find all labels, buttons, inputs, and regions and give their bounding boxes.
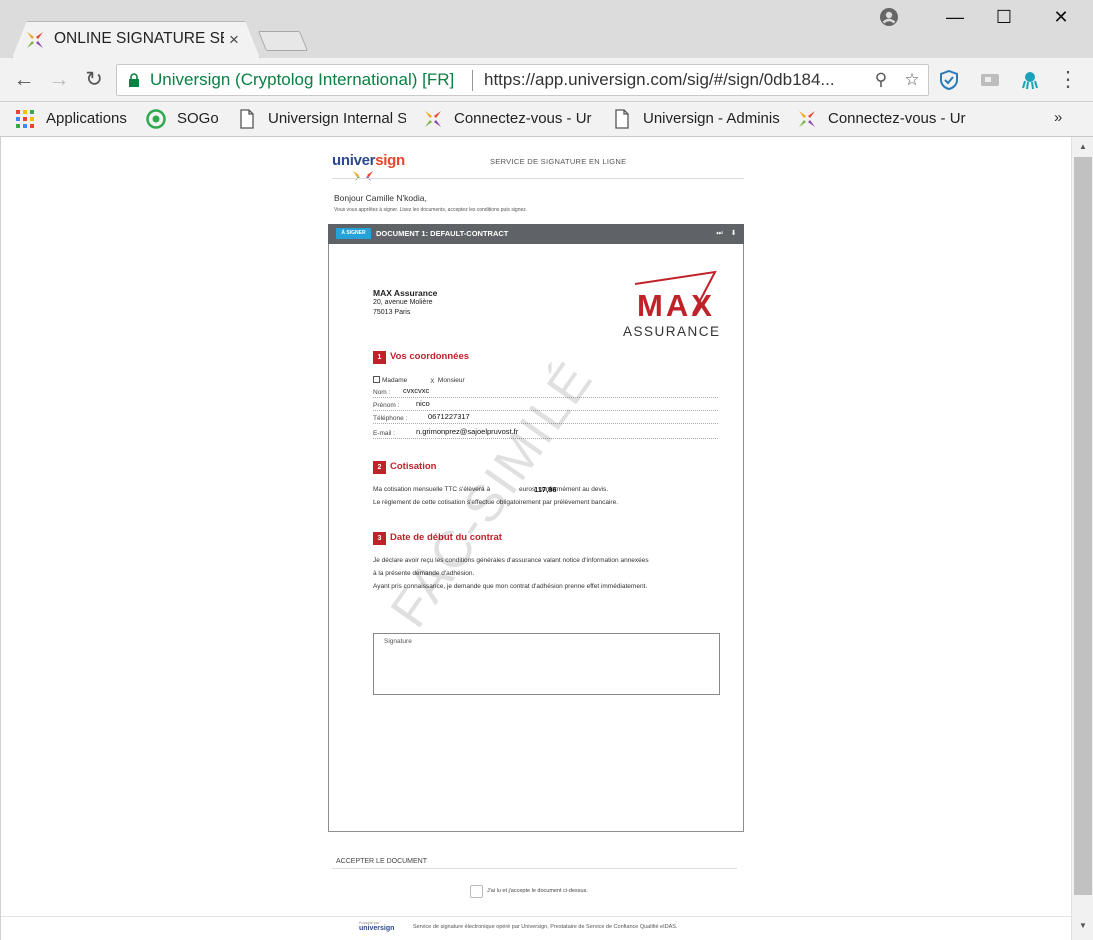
prenom-label: Prénom :	[373, 402, 400, 409]
footer-logo: Propulsé par universign	[359, 921, 394, 932]
bookmark-label: Applications	[46, 110, 127, 128]
vertical-scrollbar[interactable]: ▲ ▼	[1071, 137, 1093, 940]
accept-label[interactable]: J'ai lu et j'accepte le document ci-dess…	[487, 888, 588, 894]
universign-star-icon	[353, 171, 373, 181]
nom-value: cvxcvxc	[403, 386, 430, 395]
universign-logo: universign	[332, 152, 405, 169]
universign-star-icon	[799, 111, 815, 128]
instructions: Vous vous apprêtez à signer. Lisez les d…	[334, 207, 528, 213]
section-coordonnees-heading: 1 Vos coordonnées	[373, 351, 469, 364]
new-tab-button[interactable]	[257, 31, 309, 51]
omnibox-separator	[472, 70, 473, 91]
svg-text:ASSURANCE: ASSURANCE	[623, 324, 721, 339]
footer-text: Service de signature électronique opéré …	[413, 924, 678, 930]
bookmark-label: Universign - Adminis	[643, 110, 780, 128]
accept-title: ACCEPTER LE DOCUMENT	[336, 858, 428, 865]
back-icon[interactable]: ←	[11, 67, 37, 93]
section-title: Vos coordonnées	[390, 351, 470, 362]
section-number: 2	[373, 461, 386, 474]
bookmark-connectez-vous-2[interactable]: Connectez-vous - Ur	[797, 107, 968, 131]
nom-label: Nom :	[373, 389, 391, 396]
footer-logo-text: universign	[359, 925, 395, 932]
section-number: 1	[373, 351, 386, 364]
reload-icon[interactable]: ↻	[81, 67, 107, 93]
download-icon[interactable]: ⬇	[729, 230, 738, 238]
scroll-up-icon[interactable]: ▲	[1072, 139, 1093, 155]
universign-star-icon	[27, 32, 43, 48]
footer-divider	[1, 916, 1072, 917]
monsieur-label: Monsieur	[437, 377, 465, 384]
bookmark-connectez-vous-1[interactable]: Connectez-vous - Ur	[423, 107, 594, 131]
max-assurance-logo: MAX ASSURANCE	[623, 270, 721, 339]
header-divider	[332, 178, 744, 179]
bookmark-applications[interactable]: Applications	[15, 107, 127, 131]
service-title: SERVICE DE SIGNATURE EN LIGNE	[490, 157, 627, 166]
skip-to-end-icon[interactable]: ⏭	[715, 230, 724, 238]
madame-checkbox	[373, 376, 380, 383]
scroll-down-icon[interactable]: ▼	[1072, 918, 1093, 934]
menu-icon[interactable]: ⋮	[1055, 67, 1081, 93]
browser-toolbar: ← → ↻ Universign (Cryptolog Internationa…	[0, 58, 1093, 102]
document-header-bar: À SIGNER DOCUMENT 1: DEFAULT-CONTRACT ⏭ …	[328, 224, 744, 244]
section-cotisation-heading: 2 Cotisation	[373, 461, 436, 474]
logo-part-a: univer	[332, 152, 376, 169]
profile-icon[interactable]	[879, 7, 899, 27]
minimize-button[interactable]: —	[940, 6, 970, 28]
tab-bar: ONLINE SIGNATURE SERV × — ☐ ✕	[0, 0, 1093, 58]
browser-chrome: ONLINE SIGNATURE SERV × — ☐ ✕ ← → ↻ Univ…	[0, 0, 1093, 137]
svg-text:MAX: MAX	[637, 288, 715, 323]
telephone-value: 0671227317	[428, 412, 470, 421]
bookmark-universign-admin[interactable]: Universign - Adminis	[612, 107, 783, 131]
lock-icon	[129, 73, 139, 87]
forward-icon[interactable]: →	[46, 67, 72, 93]
bookmark-universign-internal[interactable]: Universign Internal S	[237, 107, 406, 131]
company-address-line2: 75013 Paris	[373, 309, 411, 316]
shield-extension-icon[interactable]	[938, 69, 960, 91]
page-icon	[615, 109, 629, 129]
status-badge: À SIGNER	[336, 228, 371, 239]
company-address-line1: 20, avenue Molière	[373, 299, 433, 306]
bookmark-star-icon[interactable]: ☆	[902, 70, 922, 90]
greeting: Bonjour Camille N'kodia,	[334, 193, 427, 203]
telephone-label: Téléphone :	[373, 415, 408, 422]
universign-star-icon	[425, 111, 441, 128]
accept-checkbox[interactable]	[470, 885, 483, 898]
cotisation-text-2: Le règlement de cette cotisation s'effec…	[373, 499, 619, 506]
accept-divider	[332, 868, 737, 869]
page-icon	[240, 109, 254, 129]
close-window-button[interactable]: ✕	[1046, 6, 1076, 28]
octopus-extension-icon[interactable]	[1019, 69, 1041, 91]
zoom-icon[interactable]: ⚲	[871, 70, 891, 90]
logo-part-b: sign	[375, 152, 405, 169]
bookmarks-overflow-icon[interactable]: »	[1054, 109, 1062, 126]
page-viewport: universign SERVICE DE SIGNATURE EN LIGNE…	[0, 137, 1093, 940]
sogo-icon	[146, 109, 166, 129]
document-viewer[interactable]: MAX Assurance 20, avenue Molière 75013 P…	[328, 244, 744, 832]
prenom-value: nico	[416, 399, 430, 408]
cotisation-value: 117,86	[534, 485, 557, 494]
signature-box[interactable]: Signature	[373, 633, 720, 695]
bookmarks-bar: Applications SOGo Universign Internal S …	[0, 102, 1093, 137]
tab-close-icon[interactable]: ×	[229, 30, 239, 50]
tab-title: ONLINE SIGNATURE SERV	[54, 30, 224, 47]
site-identity: Universign (Cryptolog International) [FR…	[150, 70, 455, 89]
signature-label: Signature	[384, 638, 412, 645]
maximize-button[interactable]: ☐	[989, 6, 1019, 28]
address-bar[interactable]: Universign (Cryptolog International) [FR…	[116, 64, 929, 96]
madame-label: Madame	[382, 377, 408, 384]
apps-grid-icon	[16, 110, 34, 129]
bookmark-label: Connectez-vous - Ur	[454, 110, 592, 128]
document-title: DOCUMENT 1: DEFAULT-CONTRACT	[376, 229, 509, 238]
bookmark-label: Universign Internal S	[268, 110, 406, 128]
scrollbar-thumb[interactable]	[1074, 157, 1092, 895]
url-text[interactable]: https://app.universign.com/sig/#/sign/0d…	[484, 70, 858, 90]
bookmark-sogo[interactable]: SOGo	[146, 107, 219, 131]
section-number: 3	[373, 532, 386, 545]
company-name: MAX Assurance	[373, 288, 438, 298]
bookmark-label: Connectez-vous - Ur	[828, 110, 966, 128]
bookmark-label: SOGo	[177, 110, 219, 128]
section-title: Cotisation	[390, 461, 437, 472]
cast-extension-icon[interactable]	[979, 69, 1001, 91]
email-label: E-mail :	[373, 430, 396, 437]
